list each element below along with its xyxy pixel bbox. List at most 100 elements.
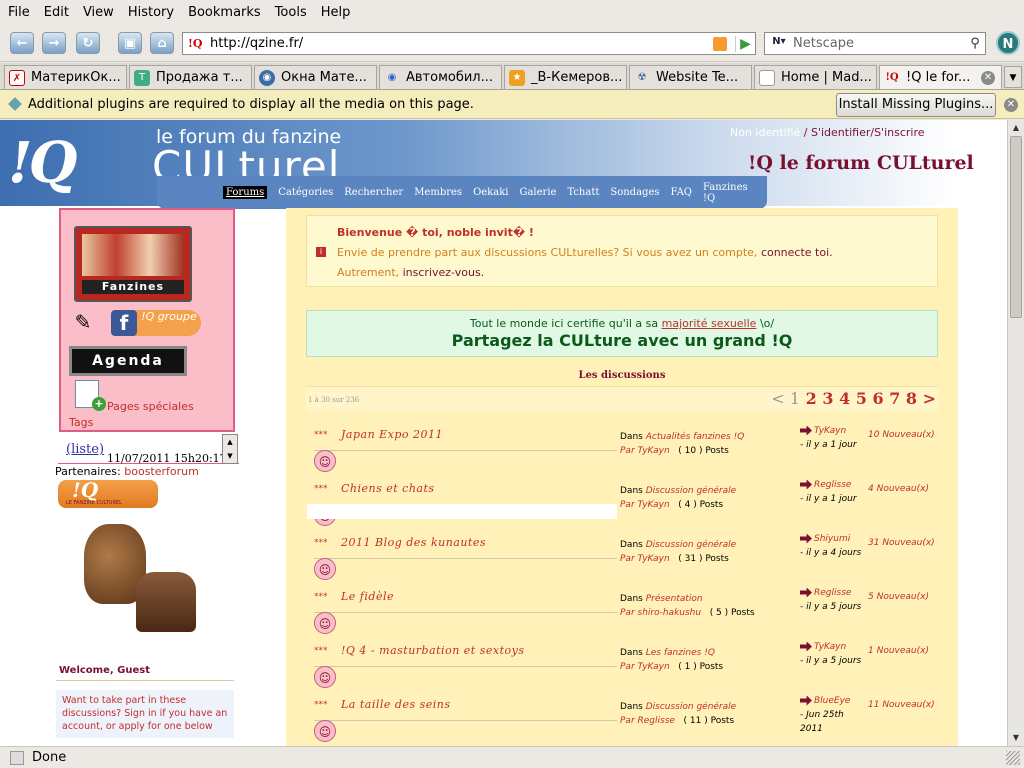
last-poster-link[interactable]: TyKayn — [814, 426, 846, 436]
nav-gallery[interactable]: Galerie — [519, 187, 556, 198]
rss-feed-icon[interactable] — [713, 36, 727, 51]
last-poster-link[interactable]: TyKayn — [814, 642, 846, 652]
site-logo[interactable]: !Q — [8, 130, 77, 196]
fanzines-button[interactable]: Fanzines — [74, 226, 192, 302]
menu-file[interactable]: File — [8, 5, 30, 20]
new-posts-count[interactable]: 5 Nouveau(x) — [868, 592, 929, 602]
tab-prodazha[interactable]: T Продажа т... — [129, 65, 252, 89]
topic-row[interactable]: *** Le fidèle ☺ Dans Présentation Par shiro-… — [306, 587, 938, 646]
partner-link[interactable]: boosterforum — [124, 465, 199, 478]
forward-button[interactable]: → — [42, 32, 66, 54]
author-link[interactable]: Par shiro-hakushu — [620, 608, 701, 618]
topic-title[interactable]: 2011 Blog des kunautes — [341, 536, 486, 549]
last-post-arrow-icon[interactable] — [800, 587, 812, 598]
new-posts-count[interactable]: 1 Nouveau(x) — [868, 646, 929, 656]
netscape-engine-icon[interactable]: N▾ — [768, 36, 790, 52]
nav-search[interactable]: Rechercher — [344, 187, 403, 198]
back-button[interactable]: ← — [10, 32, 34, 54]
forum-link[interactable]: Discussion générale — [646, 486, 736, 496]
topic-title[interactable]: Le fidèle — [341, 590, 394, 603]
scroll-down-icon[interactable]: ▼ — [1010, 732, 1022, 744]
new-tab-button[interactable]: ▣ — [118, 32, 142, 54]
topic-title[interactable]: !Q 4 - masturbation et sextoys — [341, 644, 524, 657]
nav-forums[interactable]: Forums — [223, 186, 268, 199]
tab-website[interactable]: ☢ Website Te... — [629, 65, 752, 89]
pencil-icon[interactable]: ✎ — [69, 310, 97, 336]
nav-chat[interactable]: Tchatt — [567, 187, 599, 198]
menu-bookmarks[interactable]: Bookmarks — [188, 5, 261, 20]
prev-page[interactable]: < 1 — [771, 389, 800, 408]
register-link[interactable]: inscrivez-vous. — [403, 266, 485, 279]
tab-materikok[interactable]: ✗ МатерикОк... — [4, 65, 127, 89]
qzine-logo[interactable]: !Q LE FANZINE CULTUREL — [58, 478, 158, 508]
facebook-group-button[interactable]: f !Q groupe — [111, 310, 201, 336]
scroll-thumb[interactable] — [1010, 136, 1022, 318]
topic-row[interactable]: *** La taille des seins ☺ Dans Discussion g… — [306, 695, 938, 746]
majority-link[interactable]: majorité sexuelle — [662, 317, 757, 330]
page-scrollbar[interactable]: ▲ ▼ — [1007, 120, 1024, 746]
tab-home-mad[interactable]: Home | Mad... — [754, 65, 877, 89]
nav-categories[interactable]: Catégories — [278, 187, 333, 198]
shoutbox-scrollbar[interactable]: ▲ ▼ — [222, 434, 238, 464]
author-link[interactable]: Par TyKayn — [620, 554, 670, 564]
scroll-up-icon[interactable]: ▲ — [223, 435, 237, 449]
menu-view[interactable]: View — [83, 5, 114, 20]
topic-title[interactable]: Japan Expo 2011 — [341, 428, 443, 441]
tags-link[interactable]: Tags — [69, 416, 93, 429]
nav-fanzines[interactable]: Fanzines !Q — [703, 182, 756, 204]
search-placeholder[interactable]: Netscape — [793, 36, 965, 51]
new-posts-count[interactable]: 31 Nouveau(x) — [868, 538, 935, 548]
topic-row[interactable]: *** !Q 4 - masturbation et sextoys ☺ Dans L… — [306, 641, 938, 700]
install-plugins-button[interactable]: Install Missing Plugins... — [836, 93, 996, 117]
scroll-up-icon[interactable]: ▲ — [1010, 122, 1022, 134]
go-arrow-icon[interactable]: ▶ — [735, 35, 755, 52]
tab-list-button[interactable]: ▼ — [1004, 66, 1022, 88]
new-posts-count[interactable]: 10 Nouveau(x) — [868, 430, 935, 440]
tab-avtomobil[interactable]: ◉ Автомобил... — [379, 65, 502, 89]
nav-members[interactable]: Membres — [414, 187, 462, 198]
author-link[interactable]: Par Reglisse — [620, 716, 675, 726]
last-poster-link[interactable]: Shiyumi — [814, 534, 850, 544]
last-poster-link[interactable]: Reglisse — [814, 480, 851, 490]
search-icon[interactable]: ⚲ — [965, 36, 985, 51]
topic-row[interactable]: *** Japan Expo 2011 ☺ Dans Actualités fanzi… — [306, 425, 938, 484]
page-links[interactable]: 2 3 4 5 6 7 8 > — [806, 389, 936, 408]
author-link[interactable]: Par TyKayn — [620, 500, 670, 510]
url-bar[interactable]: !Q http://qzine.fr/ ▶ — [182, 32, 756, 55]
reload-button[interactable]: ↻ — [76, 32, 100, 54]
last-poster-link[interactable]: Reglisse — [814, 588, 851, 598]
forum-link[interactable]: Actualités fanzines !Q — [646, 432, 745, 442]
menu-edit[interactable]: Edit — [44, 5, 69, 20]
tab-qforum[interactable]: !Q !Q le for... ✕ — [879, 65, 1002, 89]
login-link[interactable]: S'identifier/S'inscrire — [811, 126, 925, 139]
menu-help[interactable]: Help — [321, 5, 351, 20]
topic-title[interactable]: Chiens et chats — [341, 482, 435, 495]
new-page-icon[interactable]: + — [75, 380, 106, 411]
menu-history[interactable]: History — [128, 5, 174, 20]
nav-oekaki[interactable]: Oekaki — [473, 187, 508, 198]
nav-faq[interactable]: FAQ — [671, 187, 693, 198]
agenda-button[interactable]: Agenda — [69, 346, 187, 376]
last-post-arrow-icon[interactable] — [800, 479, 812, 490]
forum-link[interactable]: Discussion générale — [646, 540, 736, 550]
author-link[interactable]: Par TyKayn — [620, 446, 670, 456]
tab-kemerovo[interactable]: ★ _В-Кемеров... — [504, 65, 627, 89]
list-link[interactable]: (liste) — [66, 442, 104, 457]
new-posts-count[interactable]: 11 Nouveau(x) — [868, 700, 935, 710]
menu-tools[interactable]: Tools — [275, 5, 307, 20]
last-post-arrow-icon[interactable] — [800, 695, 812, 706]
author-link[interactable]: Par TyKayn — [620, 662, 670, 672]
tab-okna[interactable]: ◉ Окна Мате... — [254, 65, 377, 89]
url-text[interactable]: http://qzine.fr/ — [210, 36, 713, 51]
search-box[interactable]: N▾ Netscape ⚲ — [764, 32, 986, 55]
forum-link[interactable]: Discussion générale — [646, 702, 736, 712]
pagination[interactable]: < 1 2 3 4 5 6 7 8 > — [771, 389, 936, 408]
topic-row[interactable]: *** 2011 Blog des kunautes ☺ Dans Discussio… — [306, 533, 938, 592]
scroll-down-icon[interactable]: ▼ — [223, 449, 237, 463]
close-icon[interactable]: ✕ — [1004, 98, 1018, 112]
connect-link[interactable]: connecte toi. — [761, 246, 833, 259]
home-button[interactable]: ⌂ — [150, 32, 174, 54]
close-tab-icon[interactable]: ✕ — [981, 70, 995, 85]
last-post-arrow-icon[interactable] — [800, 425, 812, 436]
forum-link[interactable]: Présentation — [646, 594, 703, 604]
